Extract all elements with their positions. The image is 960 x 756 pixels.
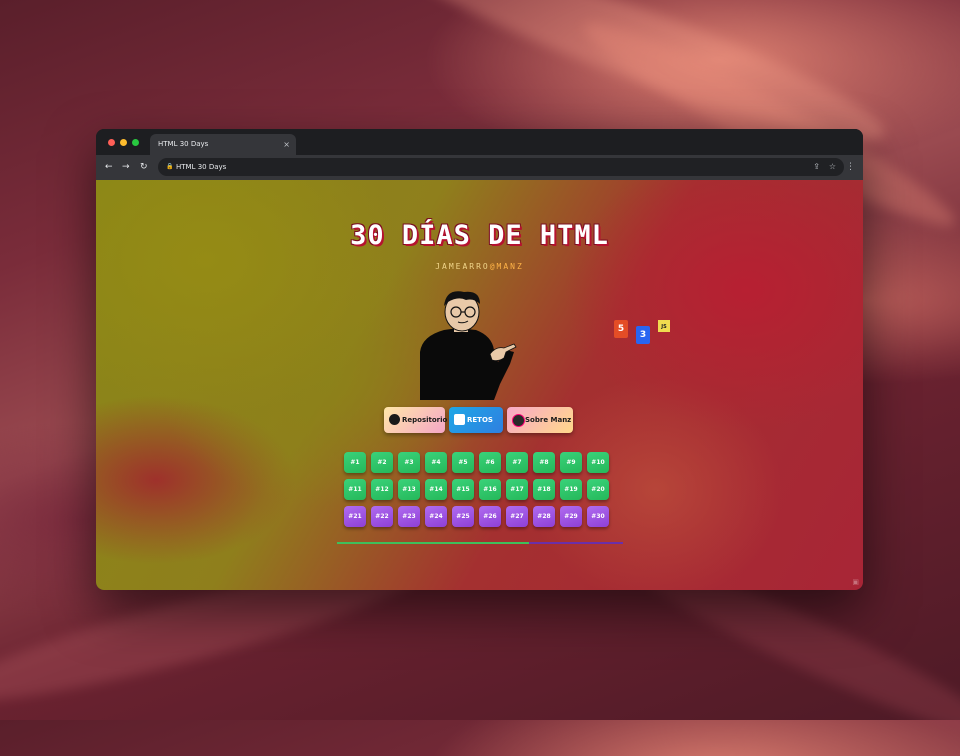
- day-button[interactable]: #22: [371, 506, 393, 527]
- day-button[interactable]: #30: [587, 506, 609, 527]
- reload-icon[interactable]: ↻: [140, 161, 148, 173]
- html5-logo-icon: 5: [614, 320, 628, 338]
- author-name: JAMEARRO: [435, 262, 490, 271]
- day-button[interactable]: #28: [533, 506, 555, 527]
- day-button[interactable]: #15: [452, 479, 474, 500]
- browser-menu-icon[interactable]: ⋮: [846, 161, 855, 173]
- day-button[interactable]: #10: [587, 452, 609, 473]
- forward-arrow-icon[interactable]: →: [122, 161, 130, 173]
- address-text: HTML 30 Days: [176, 163, 227, 171]
- progress-bar: [337, 542, 623, 544]
- title-bar: HTML 30 Days ×: [96, 129, 863, 155]
- day-button[interactable]: #13: [398, 479, 420, 500]
- close-window-button[interactable]: [108, 139, 115, 146]
- repository-label: Repositorio: [402, 416, 448, 424]
- page-title: 30 DÍAS DE HTML: [350, 220, 609, 251]
- javascript-logo-text: JS: [661, 324, 667, 330]
- minimize-window-button[interactable]: [120, 139, 127, 146]
- day-button[interactable]: #19: [560, 479, 582, 500]
- day-button[interactable]: #9: [560, 452, 582, 473]
- tab-close-icon[interactable]: ×: [283, 134, 290, 155]
- bookmark-star-icon[interactable]: ☆: [829, 158, 836, 176]
- day-button[interactable]: #27: [506, 506, 528, 527]
- day-button[interactable]: #12: [371, 479, 393, 500]
- challenges-label: RETOS: [467, 416, 493, 424]
- css3-logo-text: 3: [639, 330, 647, 340]
- address-bar[interactable]: 🔒 HTML 30 Days ⇪ ☆: [158, 158, 844, 176]
- progress-fill: [337, 542, 529, 544]
- about-manz-button[interactable]: Sobre Manz: [507, 407, 573, 433]
- developer-illustration: 5 3 JS: [418, 290, 670, 404]
- lock-icon: 🔒: [166, 163, 174, 170]
- day-button[interactable]: #11: [344, 479, 366, 500]
- day-button[interactable]: #6: [479, 452, 501, 473]
- back-arrow-icon[interactable]: ←: [105, 161, 113, 173]
- day-button[interactable]: #26: [479, 506, 501, 527]
- developer-illustration-graphic: [420, 291, 517, 400]
- day-button[interactable]: #17: [506, 479, 528, 500]
- repository-button[interactable]: Repositorio: [384, 407, 448, 433]
- browser-window: HTML 30 Days × ← → ↻ 🔒 HTML 30 Days ⇪ ☆ …: [96, 129, 863, 590]
- tab-title: HTML 30 Days: [158, 140, 209, 148]
- page-viewport: 30 DÍAS DE HTML JAMEARRO@MANZ 5 3 JS Rep…: [96, 180, 863, 590]
- day-button[interactable]: #1: [344, 452, 366, 473]
- day-button[interactable]: #20: [587, 479, 609, 500]
- javascript-logo-icon: JS: [658, 320, 670, 332]
- day-button[interactable]: #18: [533, 479, 555, 500]
- author-credit: JAMEARRO@MANZ: [96, 262, 863, 271]
- share-icon[interactable]: ⇪: [813, 158, 820, 176]
- html5-icon: [454, 414, 465, 425]
- day-button[interactable]: #14: [425, 479, 447, 500]
- day-button[interactable]: #2: [371, 452, 393, 473]
- maximize-window-button[interactable]: [132, 139, 139, 146]
- avatar-icon: [512, 414, 525, 427]
- day-button[interactable]: #29: [560, 506, 582, 527]
- challenges-button[interactable]: RETOS: [449, 407, 503, 433]
- author-handle[interactable]: @MANZ: [490, 262, 524, 271]
- css3-logo-icon: 3: [636, 326, 650, 344]
- day-button[interactable]: #5: [452, 452, 474, 473]
- day-button[interactable]: #21: [344, 506, 366, 527]
- action-buttons: Repositorio RETOS Sobre Manz: [96, 407, 863, 435]
- day-button[interactable]: #24: [425, 506, 447, 527]
- html5-logo-text: 5: [617, 324, 625, 334]
- day-button[interactable]: #4: [425, 452, 447, 473]
- day-button[interactable]: #8: [533, 452, 555, 473]
- day-button[interactable]: #7: [506, 452, 528, 473]
- browser-tab[interactable]: HTML 30 Days ×: [150, 134, 296, 155]
- day-button[interactable]: #23: [398, 506, 420, 527]
- about-manz-label: Sobre Manz: [525, 416, 572, 424]
- corner-badge-icon: ▣: [852, 578, 859, 586]
- github-icon: [389, 414, 400, 425]
- day-button[interactable]: #25: [452, 506, 474, 527]
- browser-toolbar: ← → ↻ 🔒 HTML 30 Days ⇪ ☆ ⋮: [96, 155, 863, 180]
- day-button[interactable]: #3: [398, 452, 420, 473]
- day-button[interactable]: #16: [479, 479, 501, 500]
